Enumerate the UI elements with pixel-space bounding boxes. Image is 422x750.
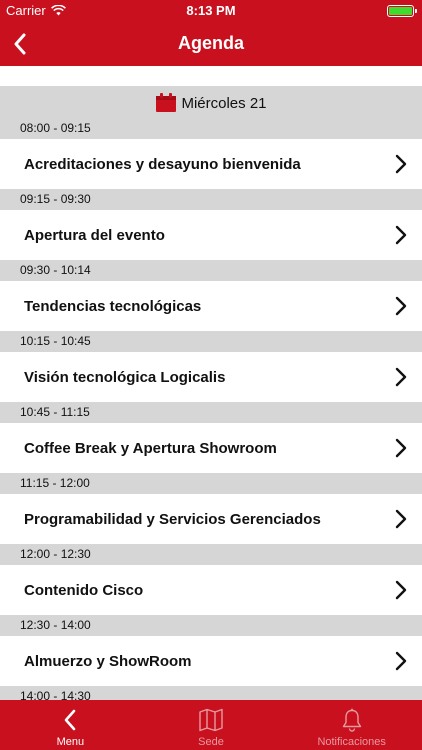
time-range: 10:15 - 10:45 (0, 331, 422, 352)
tab-notificaciones[interactable]: Notificaciones (281, 700, 422, 750)
chevron-right-icon (395, 651, 407, 671)
agenda-item[interactable]: Visión tecnológica Logicalis (0, 352, 422, 402)
agenda-item-title: Contenido Cisco (24, 581, 144, 599)
time-slot: 10:45 - 11:15 Coffee Break y Apertura Sh… (0, 402, 422, 473)
calendar-icon (156, 93, 177, 112)
chevron-right-icon (395, 154, 407, 174)
page-title: Agenda (177, 33, 244, 53)
agenda-item-title: Coffee Break y Apertura Showroom (24, 439, 277, 457)
agenda-item-title: Visión tecnológica Logicalis (24, 368, 226, 386)
time-slot: 12:00 - 12:30 Contenido Cisco (0, 544, 422, 615)
time-slot: 11:15 - 12:00 Programabilidad y Servicio… (0, 473, 422, 544)
agenda-item[interactable]: Contenido Cisco (0, 565, 422, 615)
day-label: Miércoles 21 (181, 94, 267, 112)
map-icon (198, 707, 224, 733)
back-arrow-icon (57, 707, 83, 733)
tab-sede[interactable]: Sede (141, 700, 282, 750)
agenda-item-title: Apertura del evento (24, 226, 165, 244)
tab-bar: Menu Sede Notificaciones (0, 700, 422, 750)
time-slot: 12:30 - 14:00 Almuerzo y ShowRoom (0, 615, 422, 686)
time-range: 14:00 - 14:30 (0, 686, 422, 700)
agenda-item-title: Almuerzo y ShowRoom (24, 652, 192, 670)
navigation-bar: Agenda (0, 22, 422, 66)
time-range: 11:15 - 12:00 (0, 473, 422, 494)
agenda-item[interactable]: Programabilidad y Servicios Gerenciados (0, 494, 422, 544)
time-slot: 09:15 - 09:30 Apertura del evento (0, 189, 422, 260)
agenda-item[interactable]: Acreditaciones y desayuno bienvenida (0, 139, 422, 189)
battery-icon (387, 5, 417, 17)
agenda-list[interactable]: Miércoles 21 08:00 - 09:15 Acreditacione… (0, 86, 422, 700)
chevron-right-icon (395, 296, 407, 316)
agenda-item[interactable]: Apertura del evento (0, 210, 422, 260)
status-time: 8:13 PM (186, 3, 236, 18)
time-slot: 08:00 - 09:15 Acreditaciones y desayuno … (0, 118, 422, 189)
tab-label: Menu (56, 736, 85, 748)
chevron-right-icon (395, 225, 407, 245)
agenda-item-title: Programabilidad y Servicios Gerenciados (24, 510, 321, 528)
time-slot: 09:30 - 10:14 Tendencias tecnológicas (0, 260, 422, 331)
chevron-right-icon (395, 367, 407, 387)
bell-icon (339, 707, 365, 733)
agenda-item[interactable]: Almuerzo y ShowRoom (0, 636, 422, 686)
chevron-right-icon (395, 580, 407, 600)
agenda-item-title: Acreditaciones y desayuno bienvenida (24, 155, 301, 173)
time-range: 09:15 - 09:30 (0, 189, 422, 210)
tab-menu[interactable]: Menu (0, 700, 141, 750)
chevron-right-icon (395, 438, 407, 458)
agenda-item-title: Tendencias tecnológicas (24, 297, 202, 315)
agenda-item[interactable]: Tendencias tecnológicas (0, 281, 422, 331)
day-header: Miércoles 21 (0, 86, 422, 118)
time-range: 08:00 - 09:15 (0, 118, 422, 139)
tab-label: Sede (198, 736, 224, 748)
time-slot: 10:15 - 10:45 Visión tecnológica Logical… (0, 331, 422, 402)
time-range: 09:30 - 10:14 (0, 260, 422, 281)
chevron-right-icon (395, 509, 407, 529)
tab-label: Notificaciones (317, 736, 386, 748)
agenda-item[interactable]: Coffee Break y Apertura Showroom (0, 423, 422, 473)
status-bar: Carrier 8:13 PM (0, 0, 422, 22)
time-slot: 14:00 - 14:30 (0, 686, 422, 700)
time-range: 10:45 - 11:15 (0, 402, 422, 423)
time-range: 12:00 - 12:30 (0, 544, 422, 565)
time-range: 12:30 - 14:00 (0, 615, 422, 636)
